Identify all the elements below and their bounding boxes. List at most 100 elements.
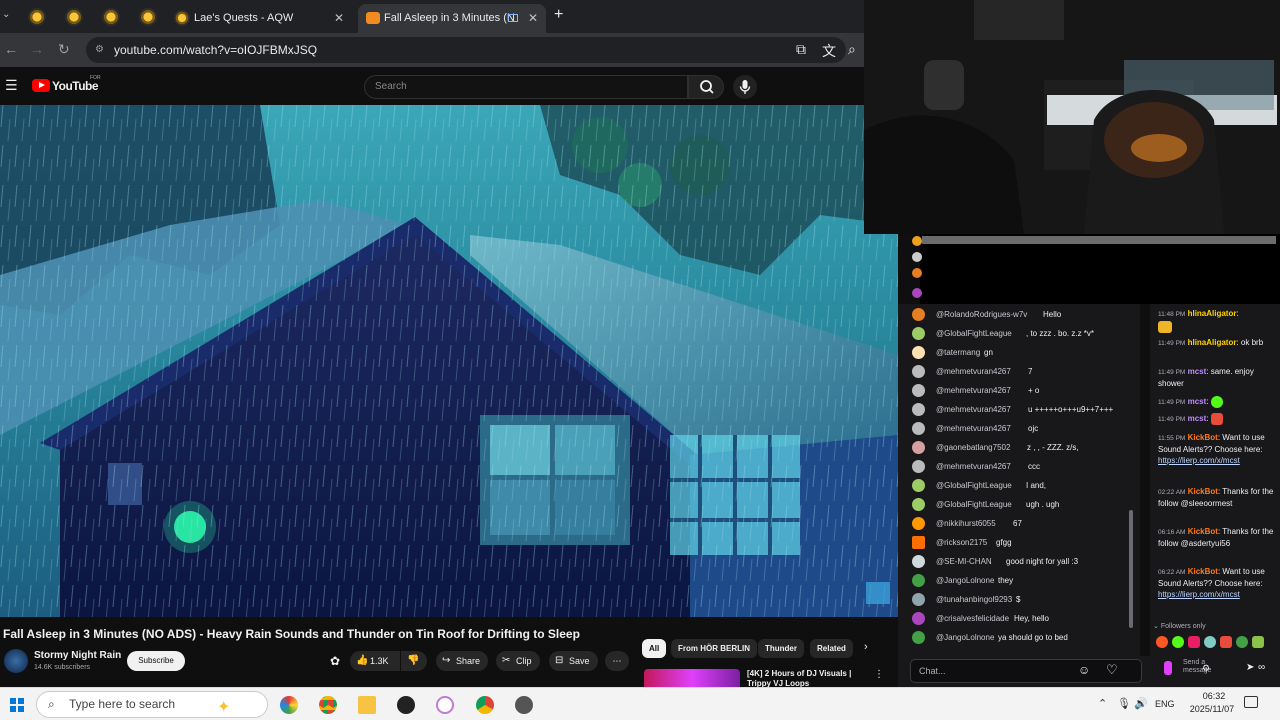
chat-username[interactable]: @GlobalFightLeague <box>936 479 1012 493</box>
obs-icon[interactable] <box>397 696 415 714</box>
close-tab-icon[interactable]: ✕ <box>334 4 344 33</box>
file-explorer-icon[interactable] <box>358 696 376 714</box>
search-input[interactable]: Search <box>364 75 688 99</box>
chat-username[interactable]: mcst <box>1188 414 1207 423</box>
recommended-title[interactable]: [4K] 2 Hours of DJ Visuals | Trippy VJ L… <box>747 669 867 689</box>
chip-hor-berlin[interactable]: From HÖR BERLIN <box>671 639 757 658</box>
more-actions-button[interactable]: ⋯ <box>605 651 629 671</box>
chat-username[interactable]: KickBot <box>1188 567 1218 576</box>
clock-date[interactable]: 2025/11/07 <box>1184 704 1240 714</box>
chat-username[interactable]: KickBot <box>1188 487 1218 496</box>
chat-username[interactable]: @mehmetvuran4267 <box>936 384 1011 398</box>
tab-youtube-video[interactable]: Fall Asleep in 3 Minutes (N ✕ <box>358 4 546 33</box>
reload-icon[interactable]: ↻ <box>58 41 70 58</box>
chat-link[interactable]: https://lierp.com/x/mcst <box>1158 590 1240 599</box>
app-icon[interactable] <box>436 696 454 714</box>
like-button[interactable]: 👍 1.3K <box>350 651 400 671</box>
extension-icon[interactable]: ✿ <box>330 654 340 668</box>
volume-icon[interactable]: 🔊 <box>1134 697 1148 710</box>
chat-username[interactable]: hlinaAligator <box>1188 338 1237 347</box>
pinned-tab-aqw-2[interactable] <box>65 8 83 26</box>
chat-username[interactable]: mcst <box>1188 367 1207 376</box>
chat-username[interactable]: hlinaAligator <box>1188 309 1237 318</box>
url-bar[interactable]: ⚙ youtube.com/watch?v=oIOJFBMxJSQ <box>86 37 846 63</box>
youtube-wordmark[interactable]: YouTube <box>52 79 99 93</box>
emote-icon[interactable] <box>1204 636 1216 648</box>
subscribe-button[interactable]: Subscribe <box>127 651 185 671</box>
chat-username[interactable]: KickBot <box>1188 527 1218 536</box>
chat-username[interactable]: @GlobalFightLeague <box>936 327 1012 341</box>
menu-hamburger-icon[interactable]: ☰ <box>5 77 18 94</box>
youtube-logo-icon[interactable] <box>32 79 50 92</box>
site-info-icon[interactable]: ⚙ <box>95 37 104 63</box>
chat-link[interactable]: https://lierp.com/x/mcst <box>1158 456 1240 465</box>
chat-username[interactable]: @JangoLolnone <box>936 631 994 645</box>
tab-media-icon[interactable] <box>508 14 518 22</box>
chat-username[interactable]: @crisalvesfelicidade <box>936 612 1009 626</box>
tray-chevron-icon[interactable]: ⌃ <box>1098 697 1107 710</box>
emote-icon[interactable] <box>1188 636 1200 648</box>
pinned-tab-aqw-4[interactable] <box>139 8 157 26</box>
chat-username[interactable]: @rickson2175 <box>936 536 987 550</box>
chat-username[interactable]: @mehmetvuran4267 <box>936 403 1011 417</box>
chat-username[interactable]: KickBot <box>1188 433 1218 442</box>
chat-username[interactable]: @mehmetvuran4267 <box>936 460 1011 474</box>
chip-thunder[interactable]: Thunder <box>758 639 804 658</box>
dislike-button[interactable]: 👎 <box>401 651 427 671</box>
emoji-icon[interactable]: ☺ <box>1078 663 1090 677</box>
pinned-tab-aqw-1[interactable] <box>28 8 46 26</box>
forward-icon[interactable]: → <box>30 41 44 57</box>
chat-username[interactable]: @GlobalFightLeague <box>936 498 1012 512</box>
copilot-icon[interactable] <box>280 696 298 714</box>
recommended-menu-icon[interactable]: ⋮ <box>874 669 884 680</box>
zoom-icon[interactable]: ⌕ <box>848 41 856 58</box>
microphone-icon[interactable]: 🎙 <box>1117 697 1131 710</box>
clip-button[interactable]: ✂ Clip <box>496 651 540 671</box>
pinned-tab-aqw-3[interactable] <box>102 8 120 26</box>
video-player[interactable] <box>0 105 898 617</box>
chat-scrollbar[interactable] <box>1129 510 1133 628</box>
emote-icon[interactable] <box>1172 636 1184 648</box>
chat-username[interactable]: mcst <box>1188 397 1207 406</box>
chat-username[interactable]: @gaonebatlang7502 <box>936 441 1010 455</box>
notifications-icon[interactable] <box>1244 696 1258 708</box>
app-icon-2[interactable] <box>515 696 533 714</box>
emote-icon[interactable] <box>1236 636 1248 648</box>
chat-username[interactable]: @tunahanbingol9293 <box>936 593 1012 607</box>
taskbar-search-input[interactable]: ⌕ Type here to search ✦ <box>36 691 268 718</box>
chat-username[interactable]: @mehmetvuran4267 <box>936 365 1011 379</box>
language-indicator[interactable]: ENG <box>1155 699 1175 709</box>
share-button[interactable]: ↪ Share <box>436 651 489 671</box>
tab-list-chevron-icon[interactable]: ⌄ <box>2 9 10 20</box>
back-icon[interactable]: ← <box>4 41 18 57</box>
voice-search-button[interactable] <box>733 75 757 99</box>
kick-options-icon[interactable]: ∞ <box>1258 662 1265 673</box>
chat-username[interactable]: @JangoLolnone <box>936 574 994 588</box>
chat-username[interactable]: @nikkihurst6055 <box>936 517 996 531</box>
windows-start-icon[interactable] <box>10 698 24 712</box>
chat-username[interactable]: @mehmetvuran4267 <box>936 422 1011 436</box>
save-button[interactable]: ⊟ Save <box>549 651 598 671</box>
kick-send-icon[interactable]: ➤ <box>1246 662 1254 673</box>
chips-next-icon[interactable]: › <box>864 641 868 653</box>
chrome-icon[interactable] <box>319 696 337 714</box>
chip-related[interactable]: Related <box>810 639 853 658</box>
chat-username[interactable]: @tatermang <box>936 346 980 360</box>
heart-icon[interactable]: ♡ <box>1106 662 1118 678</box>
new-tab-button[interactable]: + <box>554 6 563 24</box>
clock-time[interactable]: 06:32 <box>1192 691 1236 701</box>
channel-avatar[interactable] <box>4 649 28 673</box>
emote-icon[interactable] <box>1220 636 1232 648</box>
channel-name[interactable]: Stormy Night Rain <box>34 650 121 661</box>
chat-username[interactable]: @SE-MI-CHAN <box>936 555 992 569</box>
emote-icon[interactable] <box>1156 636 1168 648</box>
install-app-icon[interactable]: ⧉ <box>796 41 806 58</box>
chrome-profile-icon[interactable] <box>476 696 494 714</box>
emote-icon[interactable] <box>1252 636 1264 648</box>
recommended-thumbnail[interactable] <box>644 669 740 687</box>
translate-icon[interactable]: 文 <box>822 41 836 61</box>
search-button[interactable] <box>688 75 724 99</box>
chip-all[interactable]: All <box>642 639 667 658</box>
tab-laes-quests[interactable]: Lae's Quests - AQW ✕ <box>168 4 352 33</box>
chat-username[interactable]: @RolandoRodrigues-w7v <box>936 308 1027 322</box>
